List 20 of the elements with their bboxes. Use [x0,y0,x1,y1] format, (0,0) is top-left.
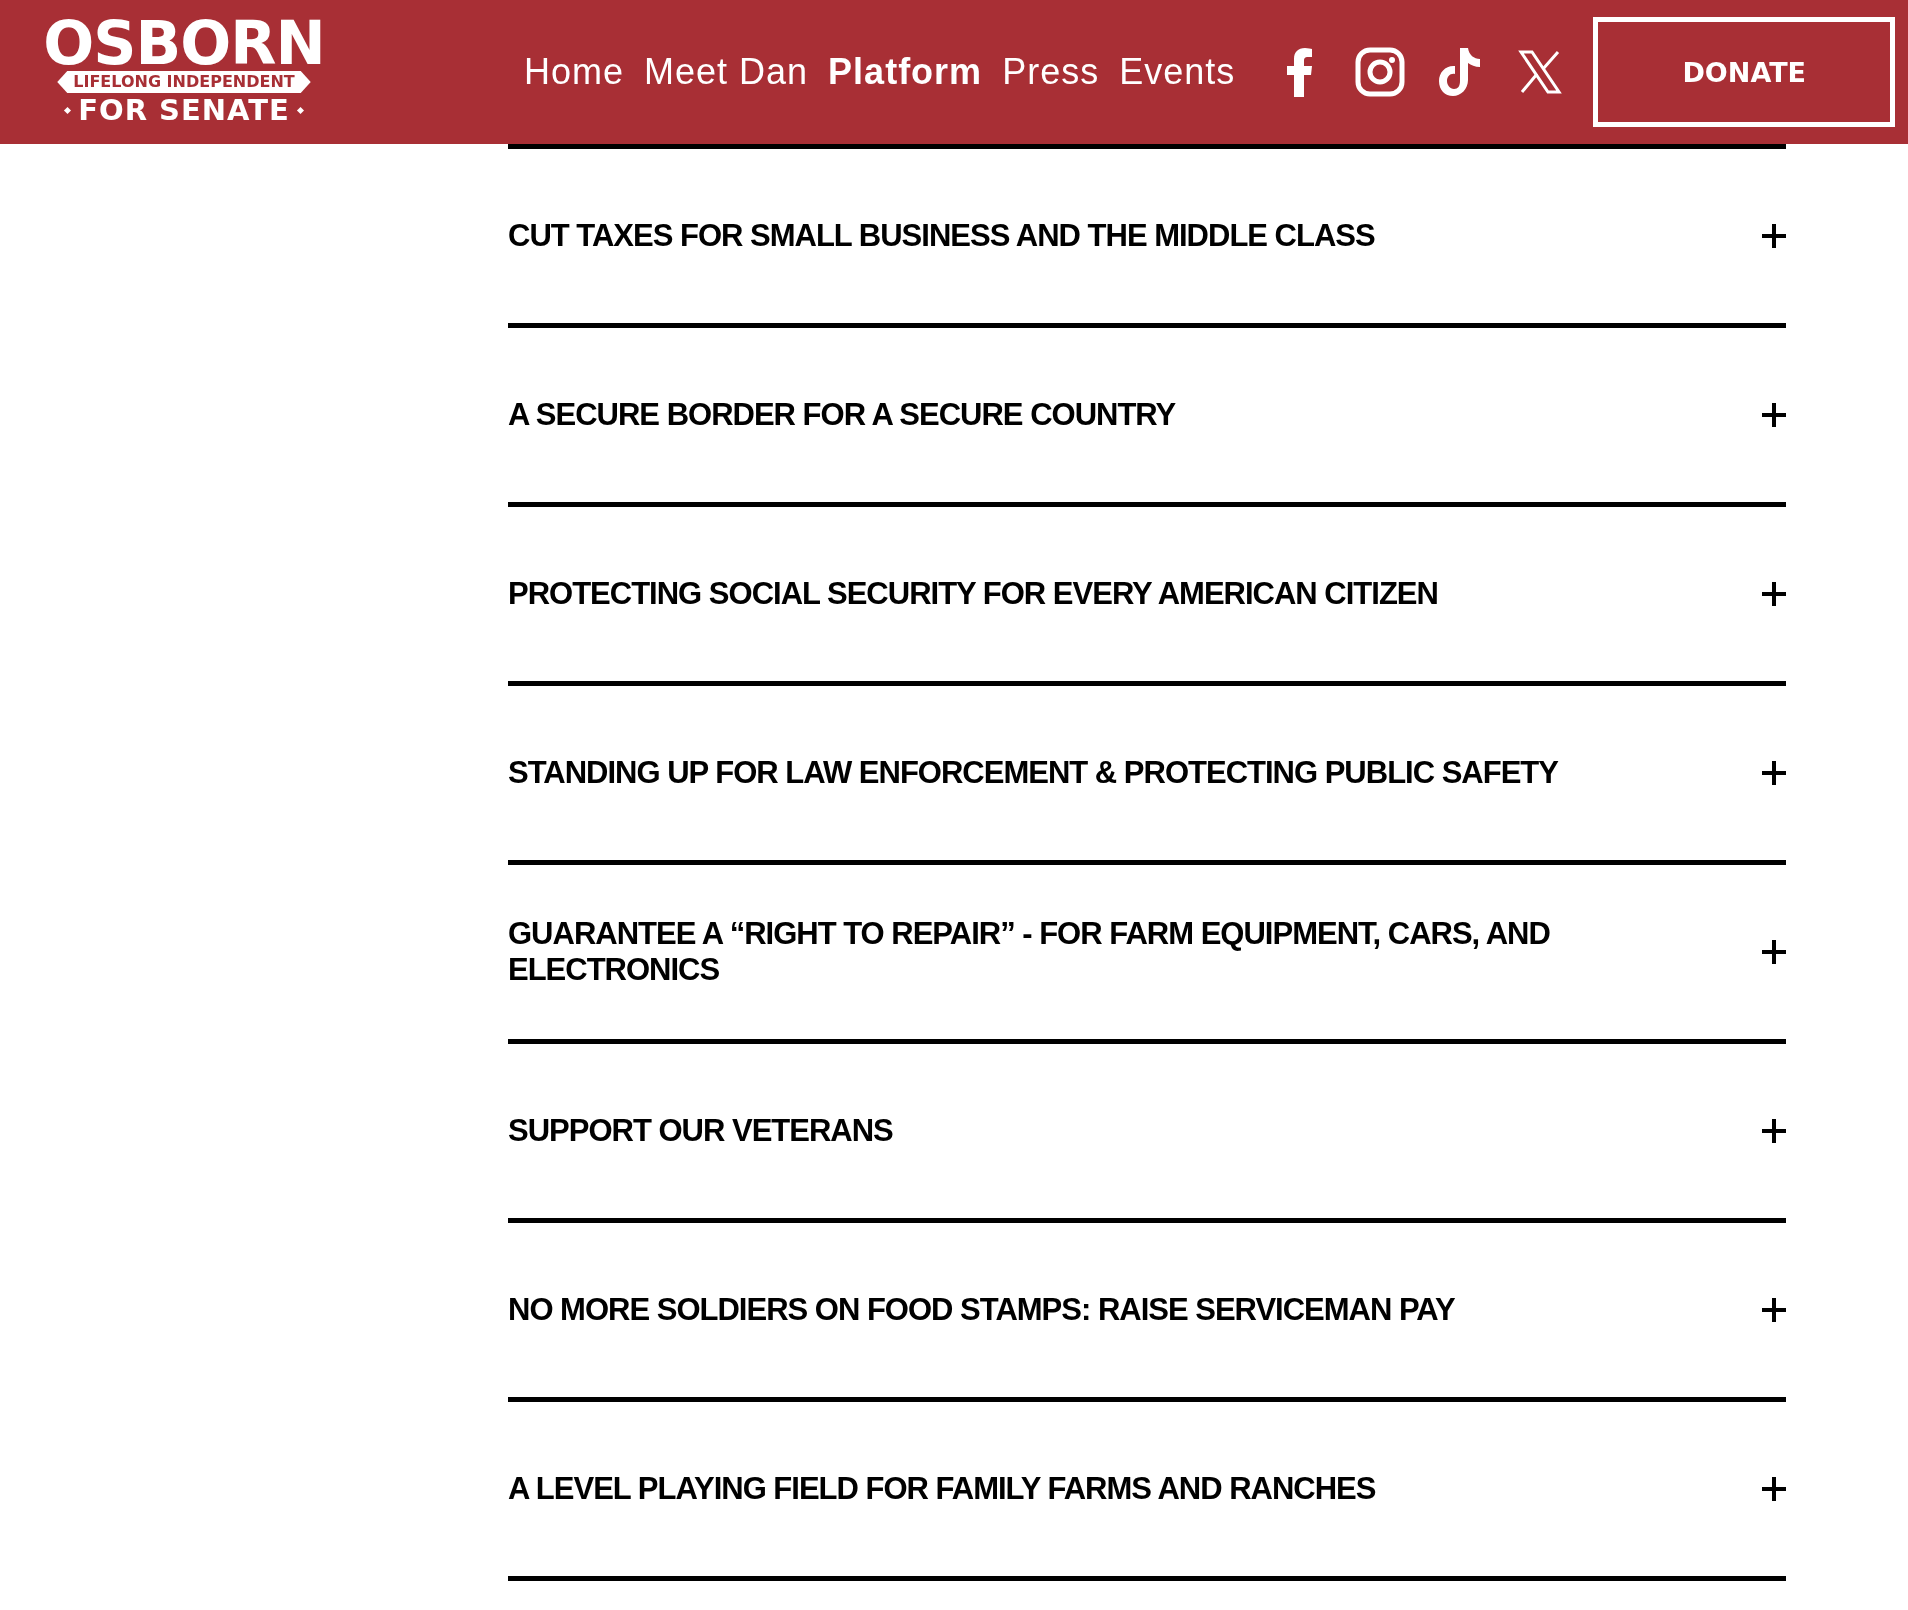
accordion-header[interactable]: GUARANTEE A “RIGHT TO REPAIR” - FOR FARM EQUIPMENT, CARS, AND ELECTRONICS [508,865,1786,1039]
accordion-header[interactable]: CUT TAXES FOR SMALL BUSINESS AND THE MIDDLE CLASS [508,149,1786,323]
accordion-header[interactable]: STANDING UP FOR LAW ENFORCEMENT & PROTECTING PUBLIC SAFETY [508,686,1786,860]
logo-office: FOR SENATE [78,93,290,127]
nav-link[interactable]: Press [1002,51,1100,93]
nav-link[interactable]: Home [524,51,625,93]
accordion-header[interactable]: PROTECTING SOCIAL SECURITY FOR EVERY AMERICAN CITIZEN [508,507,1786,681]
camera-icon[interactable] [1355,47,1406,97]
accordion-header[interactable]: NO MORE SOLDIERS ON FOOD STAMPS: RAISE SERVICEMAN PAY [508,1223,1786,1397]
nav-link[interactable]: Meet Dan [644,51,809,93]
music-note-icon[interactable] [1438,47,1483,97]
accordion-header[interactable]: A SECURE BORDER FOR A SECURE COUNTRY [508,328,1786,502]
logo-tagline: LIFELONG INDEPENDENT [57,71,311,93]
x-icon[interactable] [1518,50,1563,94]
accordion-header[interactable]: SUPPORT OUR VETERANS [508,1044,1786,1218]
accordion-header[interactable]: A LEVEL PLAYING FIELD FOR FAMILY FARMS AND RANCHES [508,1402,1786,1576]
donate-button[interactable]: DONATE [1593,17,1896,127]
nav-link[interactable]: Platform [828,51,983,93]
logo-name: OSBORN [43,17,325,69]
nav-link[interactable]: Events [1119,51,1236,93]
